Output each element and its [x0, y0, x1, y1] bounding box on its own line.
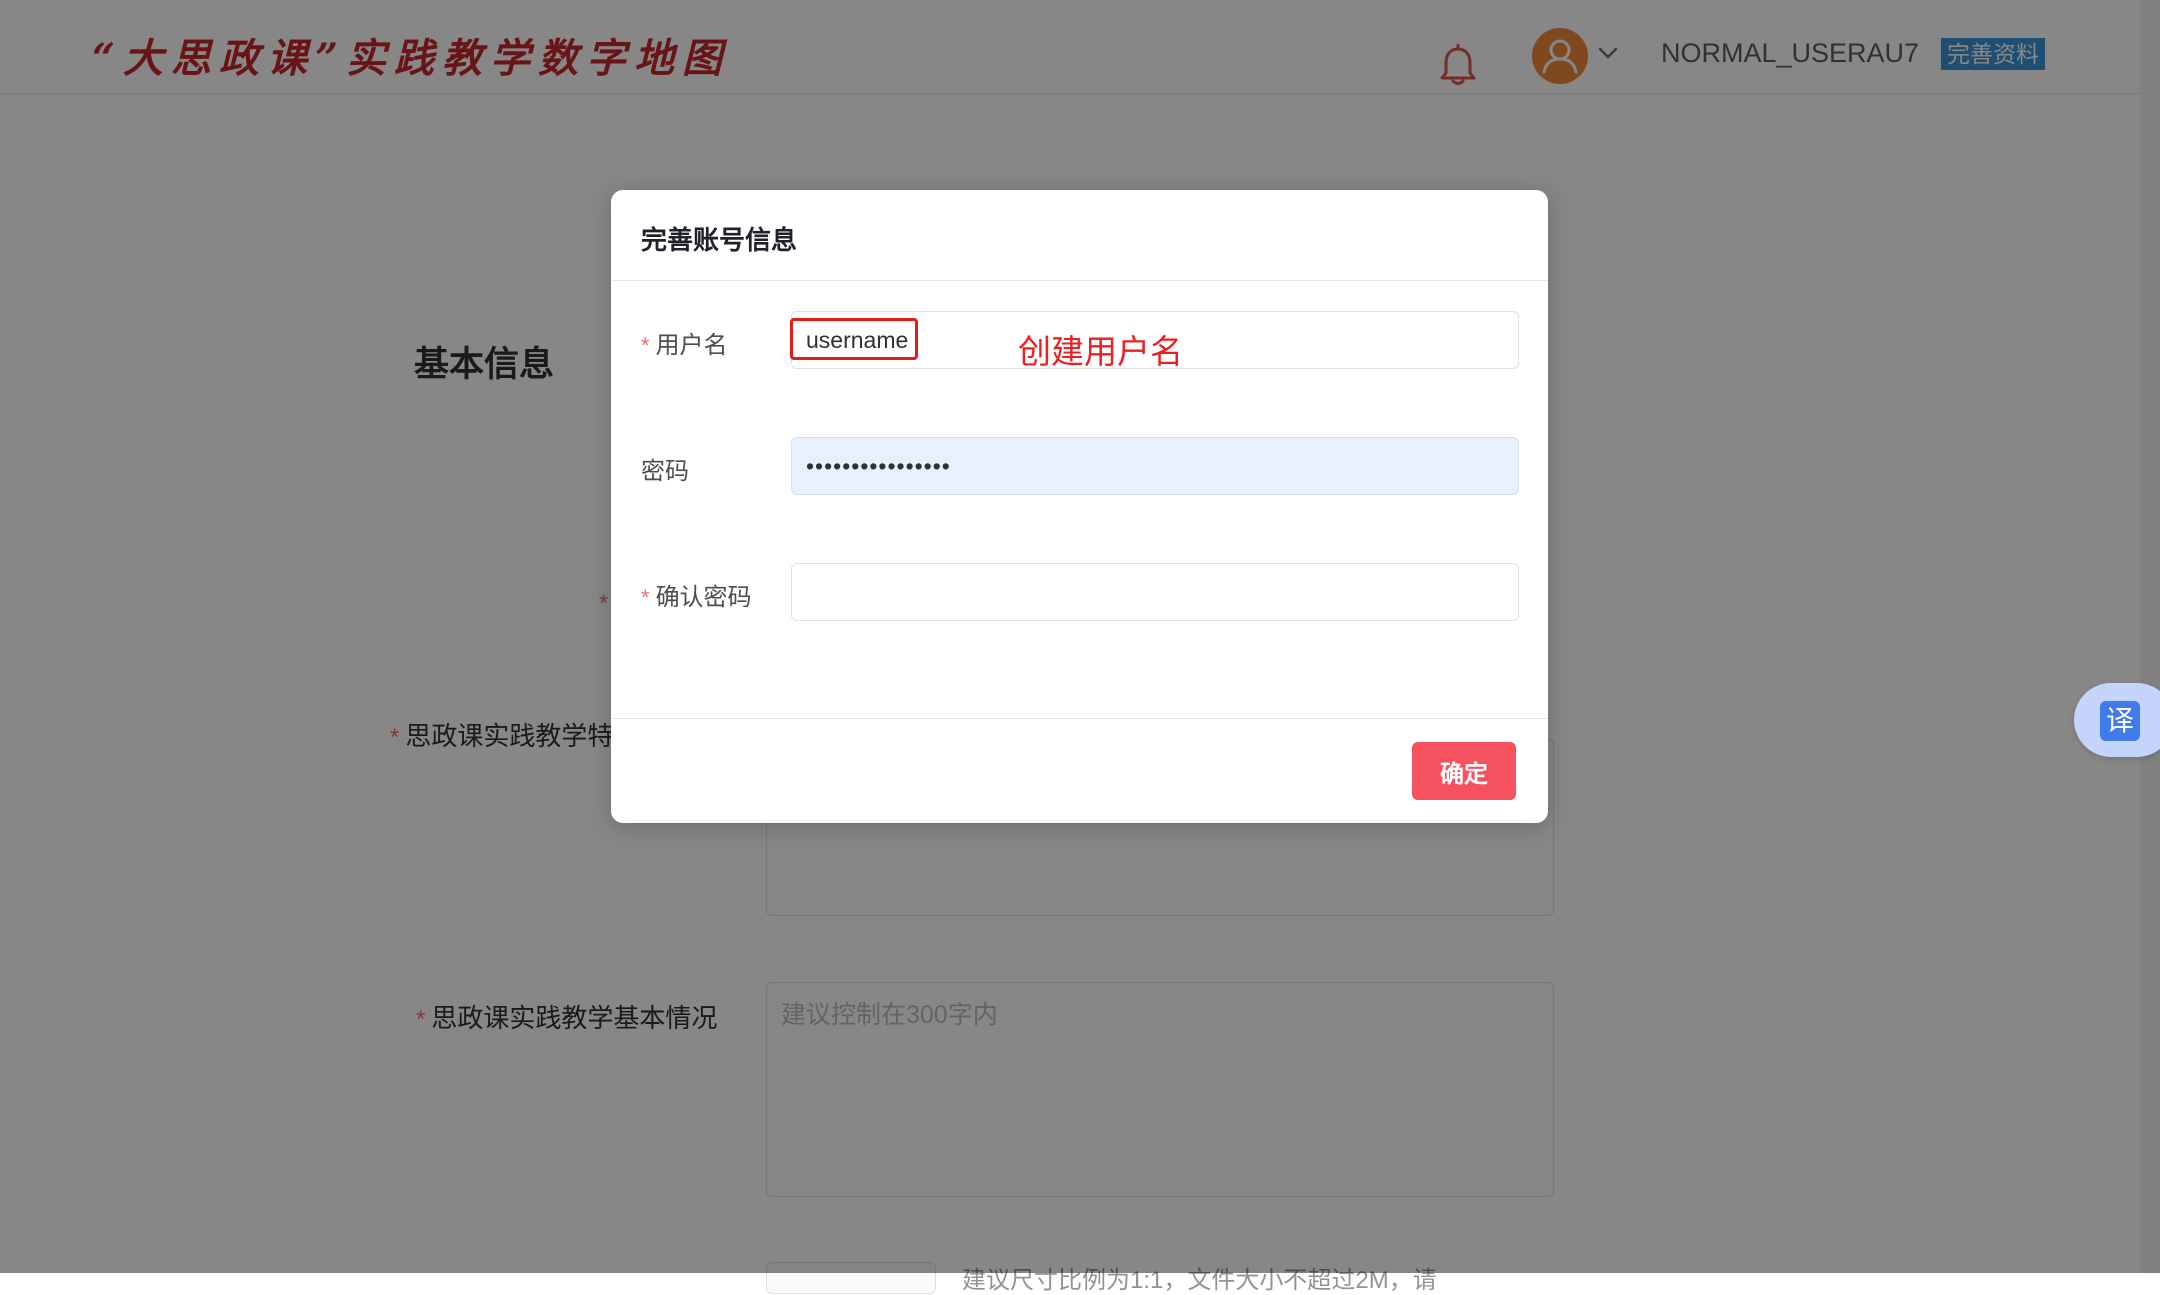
form-row-username: *用户名 创建用户名 [611, 311, 1548, 373]
form-row-password: 密码 [611, 437, 1548, 499]
confirm-password-label: * 确认密码 [641, 577, 752, 612]
password-label: 密码 [641, 451, 689, 486]
confirm-button[interactable]: 确定 [1412, 742, 1516, 800]
translate-widget[interactable]: 译 [2074, 683, 2160, 757]
username-label-text: 用户名 [655, 332, 728, 359]
required-mark: * [641, 333, 650, 358]
translate-icon: 译 [2100, 701, 2140, 741]
password-input[interactable] [791, 437, 1519, 495]
form-row-confirm-password: * 确认密码 [611, 563, 1548, 625]
complete-account-dialog: 完善账号信息 *用户名 创建用户名 密码 *确认密码 确定 [611, 190, 1548, 823]
confirm-password-input[interactable] [791, 563, 1519, 621]
required-mark: * [641, 585, 650, 610]
dialog-title: 完善账号信息 [641, 225, 798, 255]
username-label: * 用户名 [641, 325, 728, 360]
dialog-header: 完善账号信息 [611, 190, 1548, 281]
dialog-footer [611, 718, 1548, 824]
confirm-password-label-text: 确认密码 [655, 584, 752, 611]
password-label-text: 密码 [641, 458, 689, 485]
username-annotation: 创建用户名 [1018, 333, 1183, 370]
